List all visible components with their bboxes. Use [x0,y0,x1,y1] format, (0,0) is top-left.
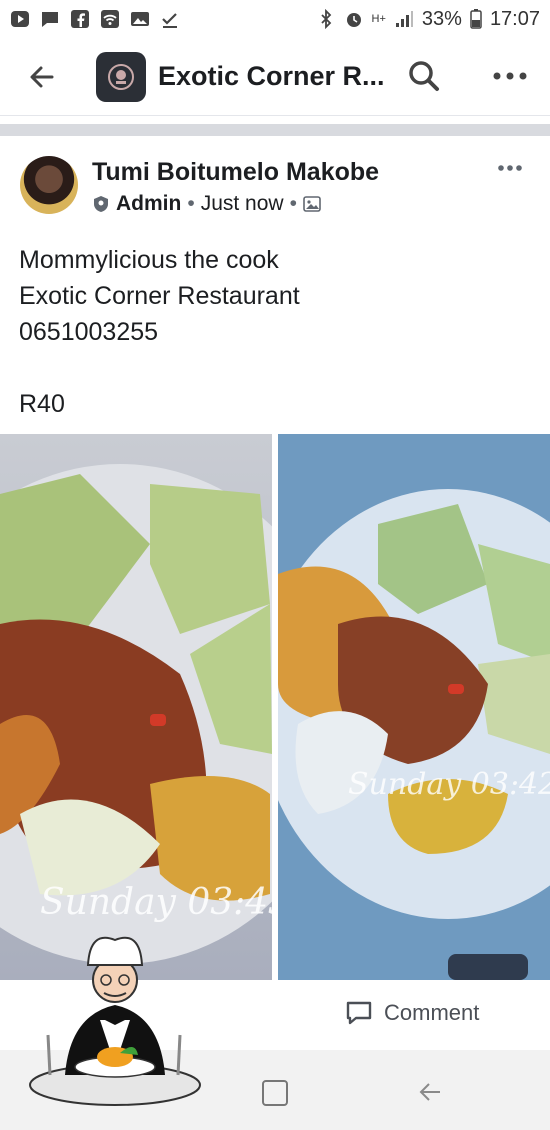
status-bar: H+ 33% 17:07 [0,0,550,38]
bluetooth-icon [320,9,331,29]
page-title[interactable]: Exotic Corner R... [158,61,388,92]
feed-divider [0,124,550,136]
network-type: H+ [371,13,386,25]
wifi-icon [101,10,119,28]
back-button[interactable] [12,38,72,116]
image-icon [131,12,149,26]
post-time[interactable]: Just now [201,192,284,216]
battery-icon [470,9,482,29]
post-meta: Admin • Just now • [92,192,321,216]
app-bar: Exotic Corner R... [0,38,550,116]
post-text-line: R40 [19,390,65,418]
clock: 17:07 [489,7,540,30]
meta-separator: • [187,192,195,215]
post-text: Mommylicious the cook Exotic Corner Rest… [19,242,300,422]
search-button[interactable] [404,56,444,96]
signal-icon [395,11,413,27]
system-back-button[interactable] [416,1078,444,1113]
recent-apps-button[interactable] [262,1080,288,1106]
chat-icon [42,12,58,27]
photo-overlay-text: Sunday 03:43 pm [40,882,272,923]
meta-separator: • [289,192,297,215]
more-horizontal-icon [498,165,522,171]
facebook-icon [71,10,89,28]
photo-overlay-text: Sunday 03:42 pm [348,767,550,802]
comment-label: Comment [384,1000,480,1025]
check-icon [162,13,177,28]
more-horizontal-icon [493,72,527,80]
post-text-line: 0651003255 [19,318,159,346]
author-role: Admin [116,192,182,215]
audience-photo-icon [303,196,321,212]
comment-icon [346,1001,372,1025]
food-plate-illustration: Sunday 03:42 pm [278,434,550,980]
post-text-line: Exotic Corner Restaurant [19,282,300,310]
author-avatar[interactable] [20,156,78,214]
food-plate-illustration: Sunday 03:43 pm [0,464,272,964]
alarm-icon [346,13,361,27]
system-status: H+ 33% 17:07 [316,8,540,31]
post-text-line [19,350,300,386]
search-icon [409,61,439,91]
post-options-button[interactable] [492,154,528,182]
arrow-left-icon [30,66,54,87]
author-name[interactable]: Tumi Boitumelo Makobe [92,158,379,187]
page-logo[interactable] [96,51,146,102]
more-options-button[interactable] [488,56,532,96]
chef-watermark [29,936,201,1106]
restaurant-logo-icon [108,63,134,90]
admin-shield-icon [94,196,108,212]
battery-percent: 33% [421,7,462,30]
notification-icons [10,9,180,29]
arrow-left-icon [419,1083,440,1101]
post-text-line: Mommylicious the cook [19,246,279,274]
post-photo-left[interactable]: Sunday 03:43 pm [0,434,272,980]
post-photo-right[interactable]: Sunday 03:42 pm [278,434,550,980]
play-icon [11,11,29,27]
comment-button[interactable]: Comment [344,998,479,1028]
